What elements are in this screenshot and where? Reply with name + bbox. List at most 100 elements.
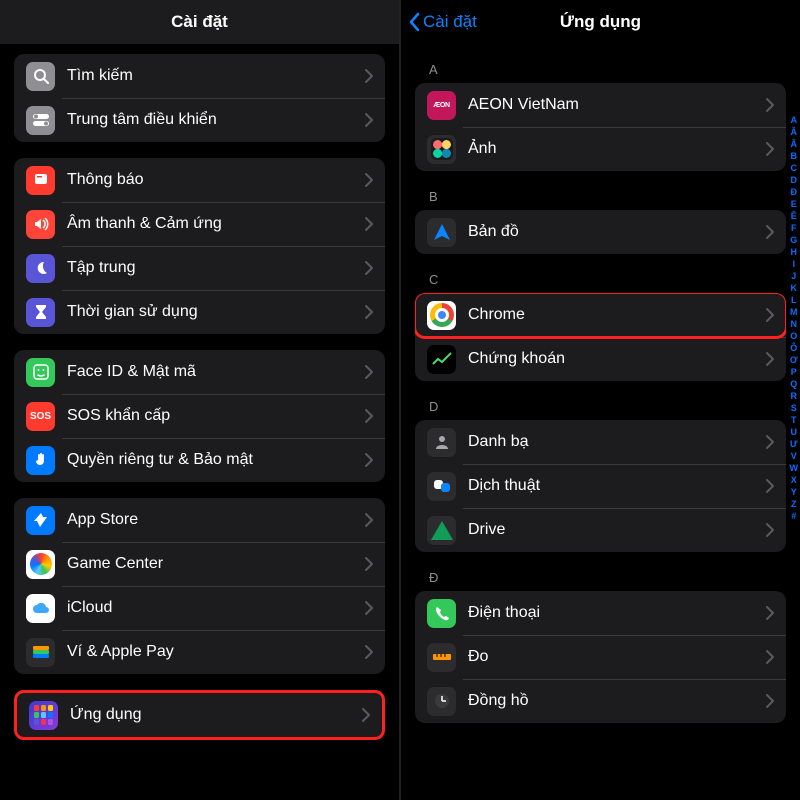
index-Z[interactable]: Z (791, 498, 797, 510)
index-Y[interactable]: Y (791, 486, 797, 498)
chevron-right-icon (365, 173, 373, 187)
row-aeon[interactable]: ÆONAEON VietNam (415, 83, 786, 127)
index-L[interactable]: L (791, 294, 797, 306)
chrome-icon (427, 301, 456, 330)
index-W[interactable]: W (790, 462, 799, 474)
drive-icon (427, 516, 456, 545)
chevron-right-icon (766, 142, 774, 156)
row-label: Ví & Apple Pay (67, 643, 365, 661)
row-notifications[interactable]: Thông báo (14, 158, 385, 202)
row-label: Bản đồ (468, 223, 766, 241)
index-A[interactable]: A (791, 114, 798, 126)
index-T[interactable]: T (791, 414, 797, 426)
apps-icon (29, 701, 58, 730)
chevron-right-icon (365, 453, 373, 467)
row-control-center[interactable]: Trung tâm điều khiển (14, 98, 385, 142)
index-K[interactable]: K (791, 282, 798, 294)
settings-pane: Cài đặt Tìm kiếmTrung tâm điều khiển Thô… (0, 0, 401, 800)
settings-scroll[interactable]: Tìm kiếmTrung tâm điều khiển Thông báoÂm… (0, 44, 399, 800)
row-search[interactable]: Tìm kiếm (14, 54, 385, 98)
faceid-icon (26, 358, 55, 387)
index-Â[interactable]: Â (791, 138, 798, 150)
chevron-right-icon (365, 69, 373, 83)
row-appstore[interactable]: App Store (14, 498, 385, 542)
chevron-right-icon (365, 409, 373, 423)
row-sounds[interactable]: Âm thanh & Cảm ứng (14, 202, 385, 246)
row-label: App Store (67, 511, 365, 529)
phone-icon (427, 599, 456, 628)
index-E[interactable]: E (791, 198, 797, 210)
chevron-right-icon (365, 601, 373, 615)
index-O[interactable]: O (790, 330, 797, 342)
index-S[interactable]: S (791, 402, 797, 414)
back-label: Cài đặt (423, 12, 477, 32)
wallet-icon (26, 638, 55, 667)
index-Ê[interactable]: Ê (791, 210, 797, 222)
row-faceid[interactable]: Face ID & Mật mã (14, 350, 385, 394)
index-B[interactable]: B (791, 150, 798, 162)
index-Đ[interactable]: Đ (791, 186, 798, 198)
row-label: Game Center (67, 555, 365, 573)
row-measure[interactable]: Đo (415, 635, 786, 679)
index-C[interactable]: C (791, 162, 798, 174)
app-group-A: ÆONAEON VietNamẢnh (415, 83, 786, 171)
row-label: Dịch thuật (468, 477, 766, 495)
index-D[interactable]: D (791, 174, 798, 186)
gamecenter-icon (26, 550, 55, 579)
row-drive[interactable]: Drive (415, 508, 786, 552)
row-icloud[interactable]: iCloud (14, 586, 385, 630)
notifications-icon (26, 166, 55, 195)
screentime-icon (26, 298, 55, 327)
index-P[interactable]: P (791, 366, 797, 378)
alphabet-index[interactable]: AĂÂBCDĐEÊFGHIJKLMNOÔƠPQRSTUƯVWXYZ# (790, 114, 799, 522)
chevron-right-icon (365, 645, 373, 659)
settings-group-1: Tìm kiếmTrung tâm điều khiển (14, 54, 385, 142)
index-R[interactable]: R (791, 390, 798, 402)
chevron-right-icon (365, 261, 373, 275)
index-V[interactable]: V (791, 450, 797, 462)
row-sos[interactable]: SOSSOS khẩn cấp (14, 394, 385, 438)
index-G[interactable]: G (790, 234, 797, 246)
index-X[interactable]: X (791, 474, 797, 486)
section-header-A: A (415, 44, 786, 81)
row-clock[interactable]: Đồng hồ (415, 679, 786, 723)
row-photos[interactable]: Ảnh (415, 127, 786, 171)
row-contacts[interactable]: Danh bạ (415, 420, 786, 464)
row-focus[interactable]: Tập trung (14, 246, 385, 290)
chevron-right-icon (766, 435, 774, 449)
clock-icon (427, 687, 456, 716)
index-I[interactable]: I (792, 258, 795, 270)
row-privacy[interactable]: Quyền riêng tư & Bảo mật (14, 438, 385, 482)
index-F[interactable]: F (791, 222, 797, 234)
index-Ơ[interactable]: Ơ (790, 354, 798, 366)
index-Ô[interactable]: Ô (790, 342, 797, 354)
contacts-icon (427, 428, 456, 457)
row-phone[interactable]: Điện thoại (415, 591, 786, 635)
app-group-D: Danh bạ Dịch thuật Drive (415, 420, 786, 552)
row-apps[interactable]: Ứng dụng (17, 693, 382, 737)
row-stocks[interactable]: Chứng khoán (415, 337, 786, 381)
index-U[interactable]: U (791, 426, 798, 438)
index-J[interactable]: J (791, 270, 796, 282)
row-wallet[interactable]: Ví & Apple Pay (14, 630, 385, 674)
apps-scroll[interactable]: AĂÂBCDĐEÊFGHIJKLMNOÔƠPQRSTUƯVWXYZ# AÆONA… (401, 44, 800, 800)
row-chrome[interactable]: Chrome (415, 293, 786, 337)
row-maps[interactable]: Bản đồ (415, 210, 786, 254)
back-button[interactable]: Cài đặt (409, 12, 477, 32)
header-left: Cài đặt (0, 0, 399, 44)
row-screentime[interactable]: Thời gian sử dụng (14, 290, 385, 334)
index-N[interactable]: N (791, 318, 798, 330)
index-H[interactable]: H (791, 246, 798, 258)
search-icon (26, 62, 55, 91)
index-M[interactable]: M (790, 306, 798, 318)
index-Ă[interactable]: Ă (791, 126, 798, 138)
chevron-right-icon (365, 513, 373, 527)
index-#[interactable]: # (791, 510, 796, 522)
index-Q[interactable]: Q (790, 378, 797, 390)
row-translate[interactable]: Dịch thuật (415, 464, 786, 508)
row-gamecenter[interactable]: Game Center (14, 542, 385, 586)
chevron-right-icon (766, 352, 774, 366)
app-group-B: Bản đồ (415, 210, 786, 254)
index-Ư[interactable]: Ư (790, 438, 797, 450)
settings-group-apps: Ứng dụng (14, 690, 385, 740)
